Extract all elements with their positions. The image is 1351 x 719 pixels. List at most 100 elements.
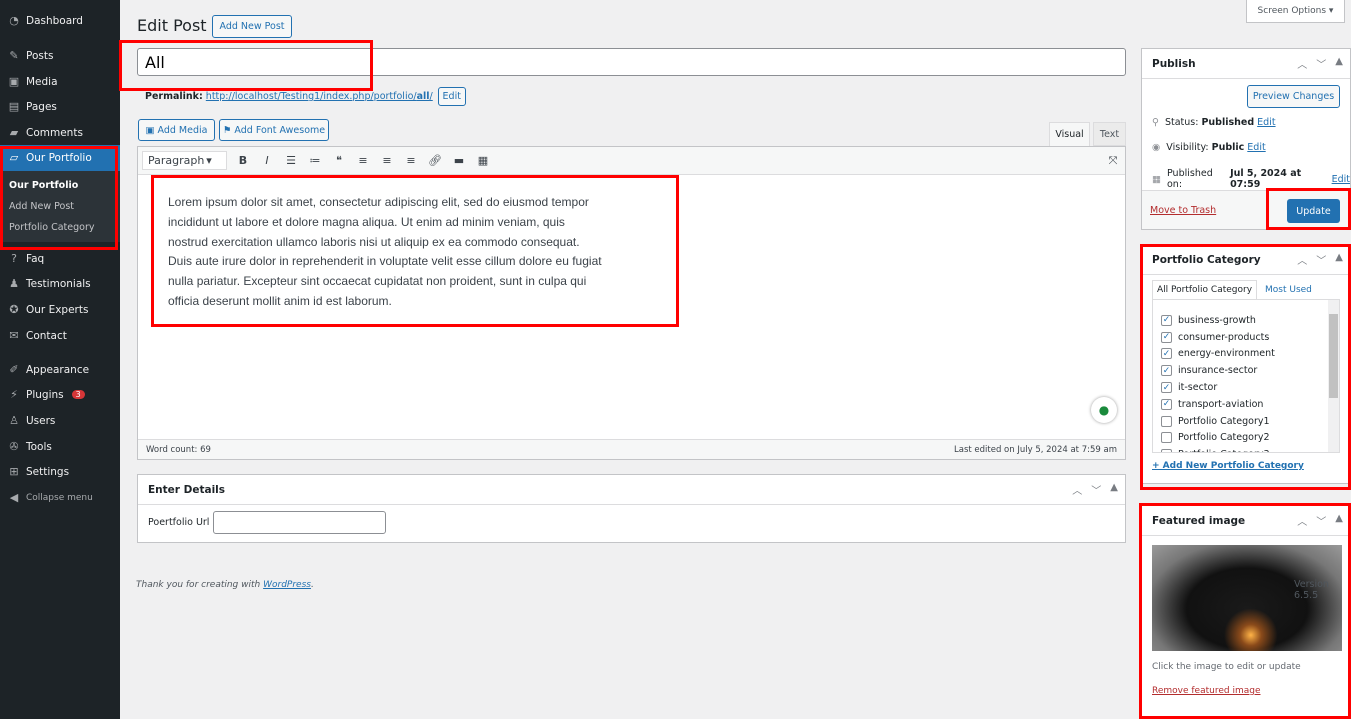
tab-all-categories[interactable]: All Portfolio Category bbox=[1152, 280, 1258, 300]
bold-icon[interactable]: B bbox=[231, 154, 255, 167]
move-down-icon[interactable]: ﹀ bbox=[1091, 482, 1101, 497]
assistant-icon[interactable]: ● bbox=[1091, 397, 1117, 423]
sidebar-item-testimonials[interactable]: ♟ Testimonials bbox=[0, 271, 120, 297]
footer-thanks: Thank you for creating with WordPress. bbox=[136, 580, 314, 590]
sidebar-item-appearance[interactable]: ✐ Appearance bbox=[0, 357, 120, 383]
move-up-icon[interactable]: ︿ bbox=[1297, 56, 1307, 71]
brush-icon: ✐ bbox=[9, 363, 19, 377]
category-item[interactable]: ✓ transport-aviation bbox=[1161, 396, 1339, 413]
checkbox[interactable]: ✓ bbox=[1161, 348, 1172, 360]
preview-changes-button[interactable]: Preview Changes bbox=[1247, 85, 1340, 108]
sidebar-item-settings[interactable]: ⊞ Settings bbox=[0, 459, 120, 485]
move-to-trash-link[interactable]: Move to Trash bbox=[1150, 205, 1216, 216]
category-item[interactable]: Portfolio Category1 bbox=[1161, 413, 1339, 430]
checkbox[interactable]: ✓ bbox=[1161, 365, 1172, 377]
category-item[interactable]: ✓ consumer-products bbox=[1161, 329, 1339, 346]
checkbox[interactable]: ✓ bbox=[1161, 314, 1172, 326]
people-icon: ♟ bbox=[9, 277, 19, 291]
checkbox[interactable]: ✓ bbox=[1161, 331, 1172, 343]
category-item[interactable]: ✓ energy-environment bbox=[1161, 346, 1339, 363]
edit-visibility-link[interactable]: Edit bbox=[1247, 142, 1265, 153]
toolbar-toggle-icon[interactable]: ▦ bbox=[471, 154, 495, 167]
category-item[interactable]: ✓ insurance-sector bbox=[1161, 362, 1339, 379]
quote-icon[interactable]: ❝ bbox=[327, 154, 351, 167]
sidebar-item-faq[interactable]: ? Faq bbox=[0, 246, 120, 272]
wordpress-link[interactable]: WordPress bbox=[263, 580, 311, 590]
add-new-category-link[interactable]: + Add New Portfolio Category bbox=[1152, 461, 1304, 471]
submenu-item[interactable]: Our Portfolio bbox=[0, 175, 120, 196]
page-title: Edit Post bbox=[137, 16, 207, 35]
checkbox[interactable]: ✓ bbox=[1161, 382, 1172, 394]
sidebar-item-plugins[interactable]: ⚡ Plugins 3 bbox=[0, 382, 120, 408]
remove-featured-image-link[interactable]: Remove featured image bbox=[1152, 686, 1260, 696]
add-new-post-button[interactable]: Add New Post bbox=[212, 15, 292, 38]
checkbox[interactable] bbox=[1161, 449, 1172, 452]
numbered-list-icon[interactable]: ≔ bbox=[303, 154, 327, 167]
sidebar-item-tools[interactable]: ✇ Tools bbox=[0, 434, 120, 460]
fullscreen-icon[interactable]: ⤧ bbox=[1101, 154, 1125, 168]
category-item[interactable]: ✓ it-sector bbox=[1161, 379, 1339, 396]
plugin-icon: ⚡ bbox=[10, 388, 18, 402]
sidebar-item-dashboard[interactable]: ◔ Dashboard bbox=[0, 8, 120, 34]
edit-date-link[interactable]: Edit bbox=[1332, 174, 1350, 185]
content-line: incididunt ut labore et dolore magna ali… bbox=[168, 214, 565, 229]
edit-status-link[interactable]: Edit bbox=[1257, 117, 1275, 128]
move-down-icon[interactable]: ﹀ bbox=[1316, 513, 1326, 528]
submenu-item[interactable]: Add New Post bbox=[0, 196, 120, 217]
italic-icon[interactable]: I bbox=[255, 154, 279, 167]
tab-visual[interactable]: Visual bbox=[1049, 122, 1090, 146]
dashboard-icon: ◔ bbox=[9, 14, 19, 28]
featured-hint: Click the image to edit or update bbox=[1152, 662, 1301, 672]
add-font-awesome-button[interactable]: ⚑ Add Font Awesome bbox=[219, 119, 329, 141]
move-up-icon[interactable]: ︿ bbox=[1072, 482, 1082, 497]
bullet-list-icon[interactable]: ☰ bbox=[279, 154, 303, 167]
align-right-icon[interactable]: ≡ bbox=[399, 154, 423, 167]
toggle-icon[interactable]: ▲ bbox=[1335, 56, 1343, 71]
checkbox[interactable] bbox=[1161, 432, 1172, 444]
toggle-icon[interactable]: ▲ bbox=[1335, 513, 1343, 528]
category-item[interactable]: ✓ business-growth bbox=[1161, 312, 1339, 329]
category-item[interactable]: Portfolio Category3 bbox=[1161, 446, 1339, 452]
read-more-icon[interactable]: ▬ bbox=[447, 154, 471, 167]
enter-details-box: Enter Details ︿ ﹀ ▲ Poertfolio Url bbox=[137, 474, 1126, 543]
sidebar-item-our-portfolio[interactable]: ▱ Our Portfolio bbox=[0, 145, 120, 171]
submenu-item[interactable]: Portfolio Category bbox=[0, 217, 120, 238]
category-scrollbar[interactable] bbox=[1328, 300, 1339, 452]
post-title-input[interactable] bbox=[137, 48, 1126, 76]
link-icon[interactable]: 🔗︎ bbox=[423, 154, 447, 167]
portfolio-url-input[interactable] bbox=[213, 511, 387, 534]
add-media-button[interactable]: ▣ Add Media bbox=[138, 119, 215, 141]
sidebar-item-users[interactable]: ♙ Users bbox=[0, 408, 120, 434]
sidebar-item-media[interactable]: ▣ Media bbox=[0, 69, 120, 95]
permalink-link[interactable]: http://localhost/Testing1/index.php/port… bbox=[206, 91, 433, 102]
pages-icon: ▤ bbox=[8, 100, 20, 114]
content-line: nostrud exercitation ullamco laboris nis… bbox=[168, 234, 580, 249]
align-center-icon[interactable]: ≡ bbox=[375, 154, 399, 167]
tab-text[interactable]: Text bbox=[1093, 122, 1126, 146]
toggle-icon[interactable]: ▲ bbox=[1110, 482, 1118, 497]
move-up-icon[interactable]: ︿ bbox=[1297, 513, 1307, 528]
editor-content[interactable]: Lorem ipsum dolor sit amet, consectetur … bbox=[168, 193, 602, 312]
tab-most-used[interactable]: Most Used bbox=[1257, 280, 1320, 300]
category-item[interactable]: Portfolio Category2 bbox=[1161, 430, 1339, 447]
checkbox[interactable] bbox=[1161, 415, 1172, 427]
format-select[interactable]: Paragraph ▾ bbox=[142, 151, 227, 170]
sidebar-item-posts[interactable]: ✎ Posts bbox=[0, 43, 120, 69]
permalink-edit-button[interactable]: Edit bbox=[437, 87, 466, 106]
move-down-icon[interactable]: ﹀ bbox=[1316, 252, 1326, 267]
sidebar-item-comments[interactable]: ▰ Comments bbox=[0, 120, 120, 146]
sidebar-item-pages[interactable]: ▤ Pages bbox=[0, 94, 120, 120]
sidebar-item-our-experts[interactable]: ✪ Our Experts bbox=[0, 297, 120, 323]
portfolio-category-box: Portfolio Category ︿ ﹀ ▲ All Portfolio Cate… bbox=[1141, 244, 1351, 484]
checkbox[interactable]: ✓ bbox=[1161, 398, 1172, 410]
screen-options-button[interactable]: Screen Options ▾ bbox=[1246, 0, 1345, 23]
toggle-icon[interactable]: ▲ bbox=[1335, 252, 1343, 267]
settings-icon: ⊞ bbox=[9, 465, 19, 479]
move-down-icon[interactable]: ﹀ bbox=[1316, 56, 1326, 71]
align-left-icon[interactable]: ≡ bbox=[351, 154, 375, 167]
sidebar-item-collapse-menu[interactable]: ◀ Collapse menu bbox=[0, 485, 120, 511]
sidebar-item-contact[interactable]: ✉ Contact bbox=[0, 323, 120, 349]
update-button[interactable]: Update bbox=[1287, 199, 1340, 223]
move-up-icon[interactable]: ︿ bbox=[1297, 252, 1307, 267]
publish-box: Publish ︿ ﹀ ▲ Preview Changes ⚲ Status: Publi… bbox=[1141, 48, 1351, 230]
